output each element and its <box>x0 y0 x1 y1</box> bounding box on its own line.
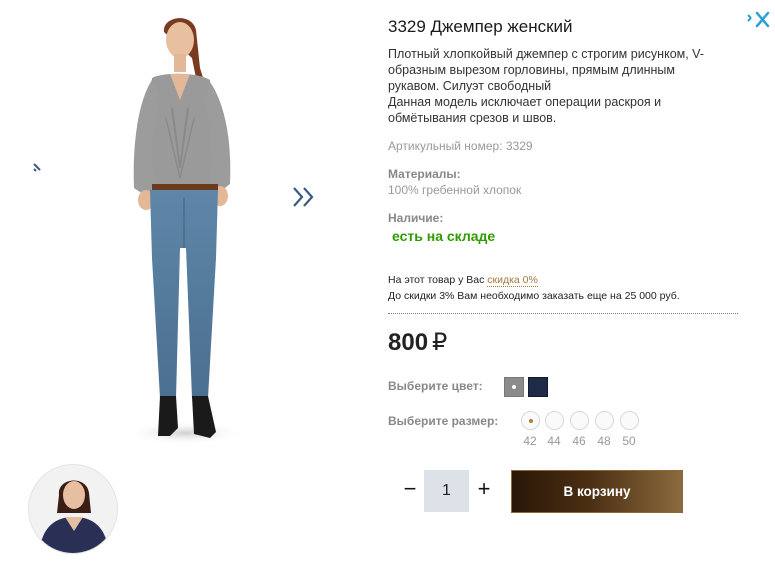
size-option-48[interactable]: 48 <box>594 411 614 451</box>
prev-image-button[interactable] <box>30 160 46 176</box>
product-description: Плотный хлопкойвый джемпер с строгим рис… <box>388 46 728 126</box>
size-option-50[interactable]: 50 <box>619 411 639 451</box>
color-label: Выберите цвет: <box>388 379 483 393</box>
size-number: 46 <box>572 434 586 448</box>
next-image-button[interactable] <box>290 184 320 210</box>
product-gallery <box>0 0 370 571</box>
close-button[interactable] <box>744 8 772 32</box>
add-to-cart-button[interactable]: В корзину <box>511 470 683 513</box>
currency-symbol: ₽ <box>432 329 448 356</box>
radio-icon <box>569 411 589 430</box>
quantity-decrease-button[interactable]: − <box>400 477 420 501</box>
materials-label: Материалы: <box>388 167 461 181</box>
double-chevron-right-icon <box>293 187 314 207</box>
model-photo-image <box>125 18 245 445</box>
color-swatch-grey[interactable] <box>504 377 524 397</box>
description-line: Плотный хлопкойвый джемпер с строгим рис… <box>388 47 704 93</box>
sku-number: Артикульный номер: 3329 <box>388 139 533 153</box>
thumbnail-image[interactable] <box>28 464 118 554</box>
availability-value: есть на складе <box>392 228 496 244</box>
discount-link[interactable]: скидка 0% <box>487 274 538 287</box>
size-option-46[interactable]: 46 <box>569 411 589 451</box>
close-icon <box>747 11 770 28</box>
discount-info: На этот товар у Вас скидка 0% <box>388 274 538 287</box>
price: 800 ₽ <box>388 328 447 357</box>
product-title: 3329 Джемпер женский <box>388 17 573 36</box>
radio-selected-icon <box>520 411 540 430</box>
quantity-input[interactable] <box>424 470 469 512</box>
discount-note: До скидки 3% Вам необходимо заказать еще… <box>388 290 680 302</box>
size-number: 44 <box>547 434 561 448</box>
size-number: 42 <box>523 434 537 448</box>
size-option-44[interactable]: 44 <box>544 411 564 451</box>
size-number: 48 <box>597 434 611 448</box>
size-option-42[interactable]: 42 <box>520 411 540 451</box>
size-label: Выберите размер: <box>388 414 499 428</box>
color-swatch-navy[interactable] <box>528 377 548 397</box>
availability-label: Наличие: <box>388 211 444 225</box>
size-number: 50 <box>622 434 636 448</box>
thumbnail-photo-image <box>39 480 109 553</box>
materials-value: 100% гребенной хлопок <box>388 183 522 197</box>
radio-icon <box>619 411 639 430</box>
discount-prefix: На этот товар у Вас <box>388 274 488 286</box>
radio-icon <box>594 411 614 430</box>
price-value: 800 <box>388 329 429 356</box>
divider <box>388 313 738 314</box>
main-product-photo[interactable] <box>100 8 260 458</box>
description-line: Данная модель исключает операции раскроя… <box>388 95 662 125</box>
quantity-increase-button[interactable]: + <box>474 477 494 501</box>
radio-icon <box>544 411 564 430</box>
chevron-left-icon <box>33 163 41 172</box>
